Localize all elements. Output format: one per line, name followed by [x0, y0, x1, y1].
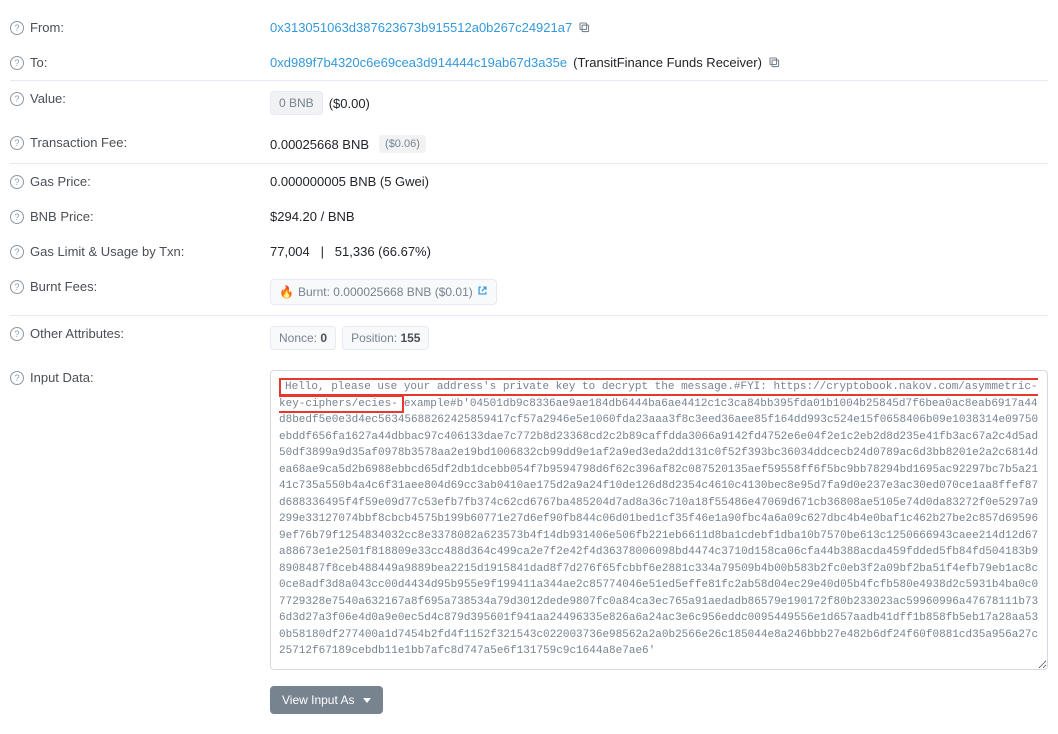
txfee-label: Transaction Fee: — [30, 135, 127, 150]
gaslimit-label: Gas Limit & Usage by Txn: — [30, 244, 184, 259]
burnt-value-col: 🔥 Burnt: 0.000025668 BNB ($0.01) — [270, 279, 1048, 305]
other-value-col: Nonce: 0 Position: 155 — [270, 326, 1048, 350]
help-icon[interactable]: ? — [10, 136, 24, 150]
inputdata-label-col: ? Input Data: — [10, 370, 270, 385]
position-value: 155 — [400, 331, 420, 345]
help-icon[interactable]: ? — [10, 21, 24, 35]
burnt-badge: 🔥 Burnt: 0.000025668 BNB ($0.01) — [270, 279, 497, 305]
to-row: ? To: 0xd989f7b4320c6e69cea3d914444c19ab… — [10, 45, 1048, 81]
external-link-icon[interactable] — [477, 285, 488, 299]
gaslimit-value-col: 77,004 | 51,336 (66.67%) — [270, 244, 1048, 259]
value-usd: ($0.00) — [329, 96, 370, 111]
from-label: From: — [30, 20, 64, 35]
inputdata-row: ? Input Data: Hello, please use your add… — [10, 360, 1048, 724]
other-label: Other Attributes: — [30, 326, 124, 341]
gasprice-value: 0.000000005 BNB (5 Gwei) — [270, 174, 429, 189]
other-row: ? Other Attributes: Nonce: 0 Position: 1… — [10, 316, 1048, 360]
nonce-value: 0 — [320, 331, 327, 345]
gaslimit-value: 77,004 | 51,336 (66.67%) — [270, 244, 431, 259]
txfee-row: ? Transaction Fee: 0.00025668 BNB ($0.06… — [10, 125, 1048, 164]
from-value-col: 0x313051063d387623673b915512a0b267c24921… — [270, 20, 1048, 35]
value-row: ? Value: 0 BNB ($0.00) — [10, 81, 1048, 125]
value-label: Value: — [30, 91, 66, 106]
to-value-col: 0xd989f7b4320c6e69cea3d914444c19ab67d3a3… — [270, 55, 1048, 70]
to-label: To: — [30, 55, 47, 70]
to-address-link[interactable]: 0xd989f7b4320c6e69cea3d914444c19ab67d3a3… — [270, 55, 567, 70]
to-name: (TransitFinance Funds Receiver) — [573, 55, 762, 70]
view-input-label: View Input As — [282, 693, 355, 707]
inputdata-label: Input Data: — [30, 370, 94, 385]
fire-icon: 🔥 — [279, 285, 294, 299]
to-label-col: ? To: — [10, 55, 270, 70]
copy-icon[interactable] — [578, 21, 591, 34]
help-icon[interactable]: ? — [10, 92, 24, 106]
gasprice-row: ? Gas Price: 0.000000005 BNB (5 Gwei) — [10, 164, 1048, 199]
bnbprice-label: BNB Price: — [30, 209, 94, 224]
gasprice-label: Gas Price: — [30, 174, 91, 189]
input-data-textarea[interactable]: Hello, please use your address's private… — [270, 370, 1048, 670]
help-icon[interactable]: ? — [10, 210, 24, 224]
txfee-label-col: ? Transaction Fee: — [10, 135, 270, 150]
help-icon[interactable]: ? — [10, 175, 24, 189]
gasprice-label-col: ? Gas Price: — [10, 174, 270, 189]
help-icon[interactable]: ? — [10, 280, 24, 294]
burnt-row: ? Burnt Fees: 🔥 Burnt: 0.000025668 BNB (… — [10, 269, 1048, 316]
from-label-col: ? From: — [10, 20, 270, 35]
view-input-as-button[interactable]: View Input As — [270, 686, 383, 714]
txfee-value-col: 0.00025668 BNB ($0.06) — [270, 135, 1048, 153]
value-amount-badge: 0 BNB — [270, 91, 323, 115]
bnbprice-row: ? BNB Price: $294.20 / BNB — [10, 199, 1048, 234]
nonce-label: Nonce: — [279, 331, 317, 345]
input-data-rest: example#b'04501db9c8336ae9ae184db6444ba6… — [279, 398, 1038, 658]
from-address-link[interactable]: 0x313051063d387623673b915512a0b267c24921… — [270, 20, 572, 35]
txfee-usd: ($0.06) — [379, 135, 426, 153]
help-icon[interactable]: ? — [10, 56, 24, 70]
help-icon[interactable]: ? — [10, 245, 24, 259]
inputdata-value-col: Hello, please use your address's private… — [270, 370, 1048, 714]
burnt-label-col: ? Burnt Fees: — [10, 279, 270, 294]
position-label: Position: — [351, 331, 397, 345]
help-icon[interactable]: ? — [10, 371, 24, 385]
burnt-label: Burnt Fees: — [30, 279, 97, 294]
gaslimit-row: ? Gas Limit & Usage by Txn: 77,004 | 51,… — [10, 234, 1048, 269]
help-icon[interactable]: ? — [10, 327, 24, 341]
gaslimit-label-col: ? Gas Limit & Usage by Txn: — [10, 244, 270, 259]
bnbprice-label-col: ? BNB Price: — [10, 209, 270, 224]
value-value-col: 0 BNB ($0.00) — [270, 91, 1048, 115]
gasprice-value-col: 0.000000005 BNB (5 Gwei) — [270, 174, 1048, 189]
position-badge: Position: 155 — [342, 326, 429, 350]
nonce-badge: Nonce: 0 — [270, 326, 336, 350]
burnt-text: Burnt: 0.000025668 BNB ($0.01) — [298, 285, 473, 299]
chevron-down-icon — [363, 698, 371, 703]
bnbprice-value-col: $294.20 / BNB — [270, 209, 1048, 224]
from-row: ? From: 0x313051063d387623673b915512a0b2… — [10, 10, 1048, 45]
txfee-amount: 0.00025668 BNB — [270, 137, 369, 152]
other-label-col: ? Other Attributes: — [10, 326, 270, 341]
copy-icon[interactable] — [768, 56, 781, 69]
bnbprice-value: $294.20 / BNB — [270, 209, 355, 224]
value-label-col: ? Value: — [10, 91, 270, 106]
